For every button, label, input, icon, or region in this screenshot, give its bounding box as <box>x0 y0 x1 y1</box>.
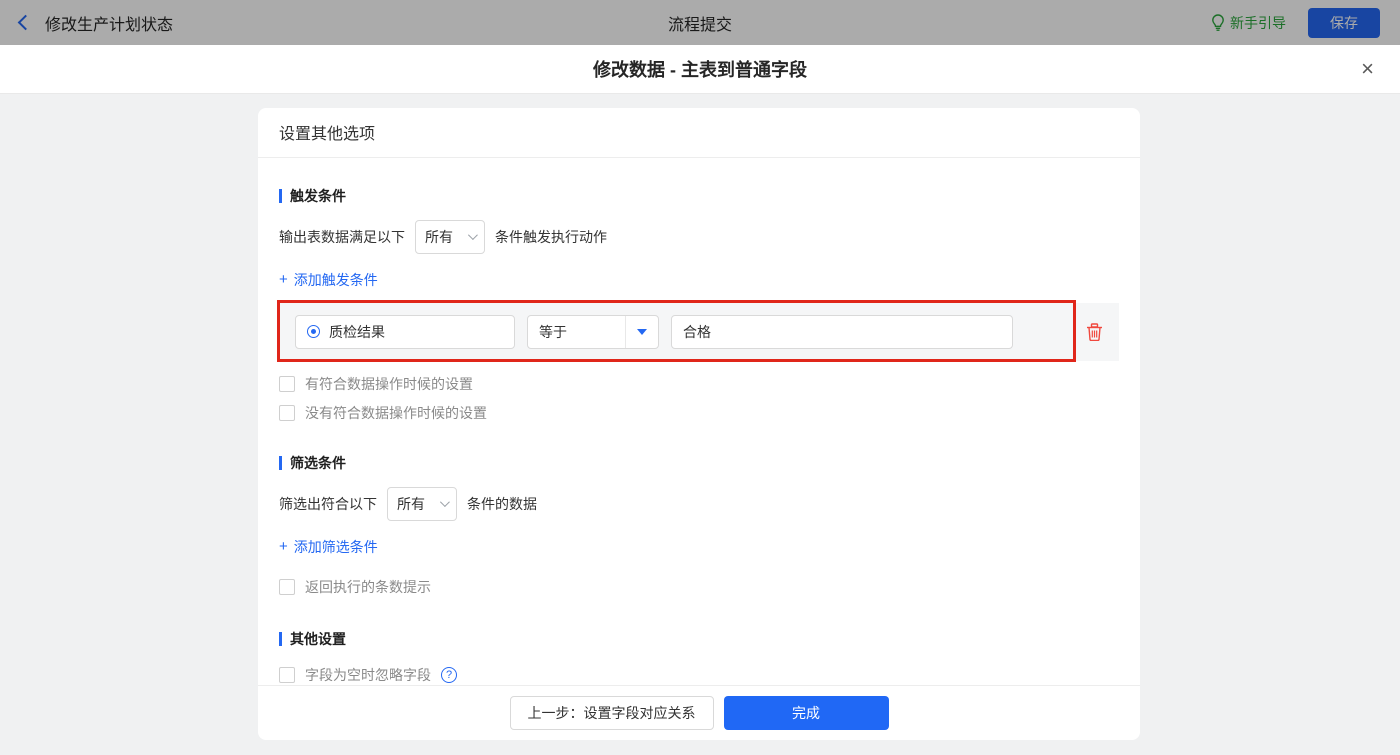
checkbox-icon <box>279 666 295 683</box>
plus-icon: + <box>279 538 288 556</box>
prev-step-button[interactable]: 上一步：设置字段对应关系 <box>509 695 714 730</box>
trigger-pre-text: 输出表数据满足以下 <box>279 228 405 245</box>
condition-value-input[interactable]: 合格 <box>671 314 1013 349</box>
filter-section-label: 筛选条件 <box>290 454 346 471</box>
chevron-down-icon <box>467 230 478 241</box>
add-trigger-condition-label: 添加触发条件 <box>293 271 378 288</box>
process-submit-title: 流程提交 <box>667 16 732 34</box>
trigger-match-value: 所有 <box>425 228 453 245</box>
checkbox-no-match-label: 没有符合数据操作时候的设置 <box>305 404 487 421</box>
radio-field-icon <box>307 325 320 339</box>
condition-value-text: 合格 <box>683 323 711 340</box>
condition-field-value: 质检结果 <box>329 323 385 340</box>
beginner-guide-link[interactable]: 新手引导 <box>1211 13 1286 33</box>
trigger-match-row: 输出表数据满足以下 所有 条件触发执行动作 <box>279 219 1119 254</box>
delete-condition-icon[interactable] <box>1086 322 1103 341</box>
checkbox-icon <box>279 578 295 595</box>
filter-pre-text: 筛选出符合以下 <box>279 495 377 512</box>
modal-body: 设置其他选项 触发条件 输出表数据满足以下 所有 条件触发执行动作 + 添加触发… <box>0 108 1400 755</box>
lightbulb-icon <box>1212 14 1224 31</box>
card-footer: 上一步：设置字段对应关系 完成 <box>258 684 1140 740</box>
trigger-section-title: 触发条件 <box>279 186 1119 206</box>
done-button[interactable]: 完成 <box>723 695 889 730</box>
checkbox-icon <box>279 404 295 421</box>
other-section-label: 其他设置 <box>290 630 346 647</box>
filter-post-text: 条件的数据 <box>467 495 537 512</box>
add-filter-condition-link[interactable]: + 添加筛选条件 <box>279 537 378 557</box>
filter-match-select[interactable]: 所有 <box>387 486 457 521</box>
card-header-title: 设置其他选项 <box>258 108 1140 158</box>
modal-header: 修改数据 - 主表到普通字段 × <box>0 45 1400 94</box>
checkbox-ignore-empty-label: 字段为空时忽略字段 <box>305 666 431 683</box>
checkbox-has-match-label: 有符合数据操作时候的设置 <box>305 375 473 392</box>
trigger-match-select[interactable]: 所有 <box>415 219 485 254</box>
condition-operator-value: 等于 <box>539 323 567 340</box>
condition-field-input[interactable]: 质检结果 <box>295 314 515 349</box>
filter-section-title: 筛选条件 <box>279 453 1119 473</box>
section-marker <box>279 631 282 646</box>
checkbox-no-match[interactable]: 没有符合数据操作时候的设置 <box>279 403 487 423</box>
add-trigger-condition-link[interactable]: + 添加触发条件 <box>279 270 378 290</box>
condition-operator-select[interactable]: 等于 <box>527 314 659 349</box>
operator-caret-box <box>625 315 658 348</box>
filter-match-value: 所有 <box>397 495 425 512</box>
section-marker <box>279 188 282 203</box>
condition-row: 质检结果 等于 合格 <box>277 299 1119 362</box>
topbar: 修改生产计划状态 流程提交 新手引导 保存 <box>0 0 1400 45</box>
chevron-down-icon <box>439 497 450 508</box>
card-content: 触发条件 输出表数据满足以下 所有 条件触发执行动作 + 添加触发条件 质检结果… <box>258 158 1140 685</box>
plus-icon: + <box>279 271 288 289</box>
filter-match-row: 筛选出符合以下 所有 条件的数据 <box>279 486 1119 521</box>
checkbox-icon <box>279 375 295 392</box>
checkbox-count-tip-label: 返回执行的条数提示 <box>305 578 431 595</box>
beginner-guide-label: 新手引导 <box>1230 14 1286 31</box>
caret-down-icon <box>637 328 647 335</box>
checkbox-ignore-empty[interactable]: 字段为空时忽略字段 ? <box>279 665 457 685</box>
other-section-title: 其他设置 <box>279 629 1119 649</box>
trigger-section-label: 触发条件 <box>290 187 346 204</box>
modal-title: 修改数据 - 主表到普通字段 <box>593 60 807 80</box>
save-button[interactable]: 保存 <box>1308 7 1380 38</box>
checkbox-has-match[interactable]: 有符合数据操作时候的设置 <box>279 374 473 394</box>
checkbox-count-tip[interactable]: 返回执行的条数提示 <box>279 577 431 597</box>
settings-card: 设置其他选项 触发条件 输出表数据满足以下 所有 条件触发执行动作 + 添加触发… <box>258 108 1140 740</box>
section-marker <box>279 455 282 470</box>
help-icon[interactable]: ? <box>441 666 457 683</box>
close-icon[interactable]: × <box>1361 58 1374 80</box>
trigger-post-text: 条件触发执行动作 <box>495 228 607 245</box>
add-filter-condition-label: 添加筛选条件 <box>293 538 378 555</box>
